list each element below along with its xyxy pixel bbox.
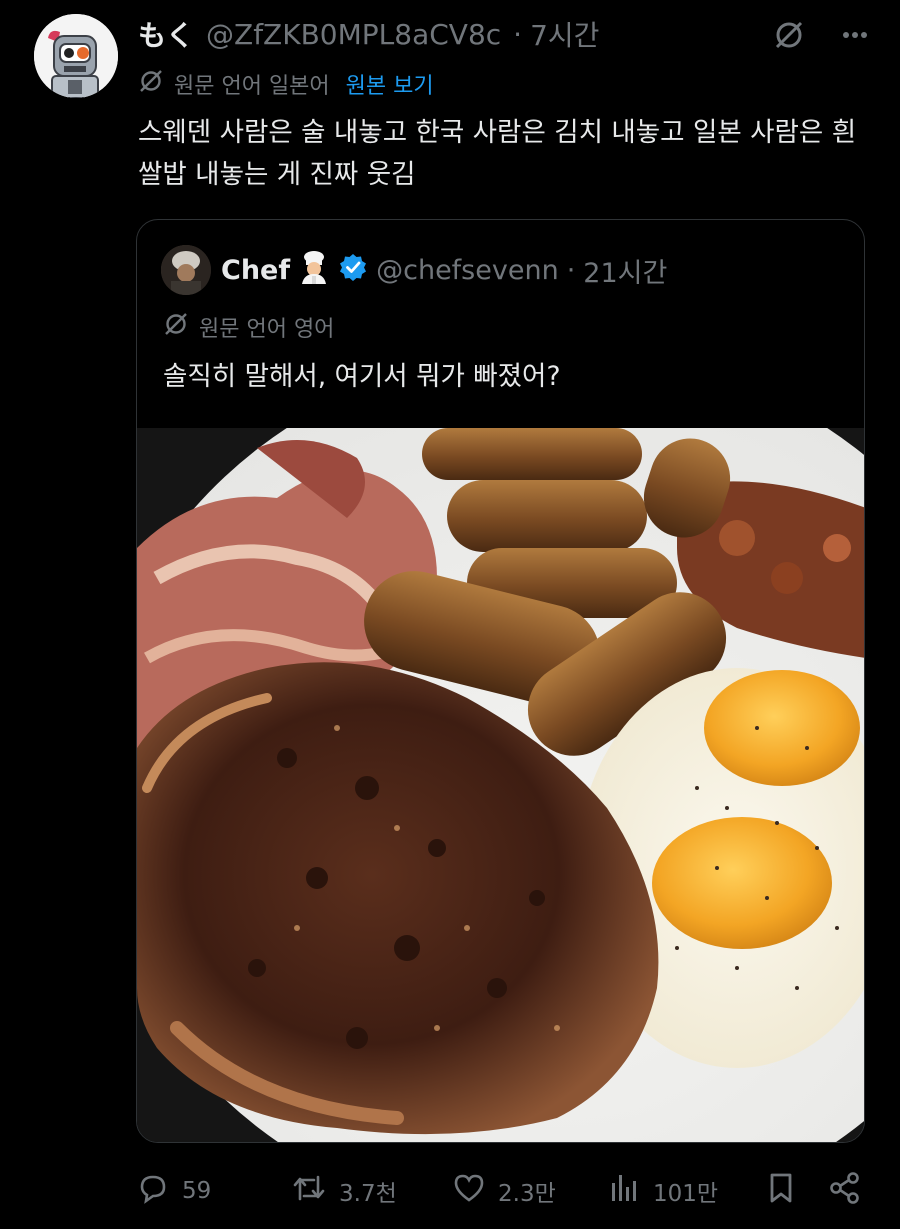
header-separator: · — [513, 17, 523, 51]
author-name[interactable]: もく — [138, 14, 194, 54]
reply-button[interactable]: 59 — [136, 1168, 211, 1214]
quoted-author-handle[interactable]: @chefsevenn — [376, 255, 559, 286]
show-original-link[interactable]: 원본 보기 — [346, 68, 434, 100]
more-icon[interactable] — [840, 20, 870, 50]
quoted-author-avatar[interactable] — [161, 245, 211, 295]
quoted-header: Chef @chefsevenn · 21시간 — [221, 250, 667, 290]
verified-badge-icon — [338, 252, 368, 289]
tweet-text: 스웨덴 사람은 술 내놓고 한국 사람은 김치 내놓고 일본 사람은 흰쌀밥 내… — [138, 117, 857, 190]
share-button[interactable] — [828, 1168, 862, 1214]
retweet-icon — [291, 1171, 327, 1211]
quoted-translation-row: 원문 언어 영어 — [163, 310, 334, 344]
bookmark-icon — [766, 1171, 796, 1211]
quoted-time[interactable]: 21시간 — [583, 251, 667, 290]
tweet-header: もく @ZfZKB0MPL8aCV8c · 7시간 — [138, 14, 599, 54]
translate-icon — [138, 68, 164, 100]
tweet-action-bar: 59 3.7천 2.3만 101만 — [136, 1168, 866, 1214]
quoted-separator: · — [566, 254, 576, 286]
tweet-time[interactable]: 7시간 — [530, 14, 599, 54]
quoted-media-image[interactable] — [137, 428, 864, 1142]
like-button[interactable]: 2.3만 — [452, 1168, 556, 1214]
grok-icon[interactable] — [772, 18, 806, 52]
translate-icon — [163, 311, 189, 343]
quoted-author-name[interactable]: Chef — [221, 255, 290, 286]
like-icon — [452, 1171, 486, 1211]
views-icon — [609, 1171, 641, 1211]
views-button[interactable]: 101만 — [609, 1168, 718, 1214]
translation-row: 원문 언어 일본어 원본 보기 — [138, 66, 434, 102]
share-icon — [828, 1171, 862, 1211]
quoted-translation-label: 원문 언어 영어 — [199, 317, 335, 342]
views-count: 101만 — [653, 1181, 719, 1207]
retweet-count: 3.7천 — [339, 1181, 397, 1207]
quoted-tweet[interactable]: Chef @chefsevenn · 21시간 원문 언어 영어 솔직히 말해서… — [136, 219, 865, 1143]
like-count: 2.3만 — [498, 1181, 556, 1207]
reply-icon — [136, 1171, 170, 1211]
reply-count: 59 — [182, 1178, 212, 1204]
author-avatar[interactable] — [34, 14, 118, 98]
author-handle[interactable]: @ZfZKB0MPL8aCV8c — [206, 18, 501, 51]
bookmark-button[interactable] — [766, 1168, 796, 1214]
quoted-tweet-text: 솔직히 말해서, 여기서 뭐가 빠졌어? — [163, 361, 561, 392]
header-actions — [772, 18, 870, 52]
translation-label: 원문 언어 일본어 — [174, 74, 330, 99]
chef-emoji — [298, 250, 330, 291]
retweet-button[interactable]: 3.7천 — [291, 1168, 397, 1214]
